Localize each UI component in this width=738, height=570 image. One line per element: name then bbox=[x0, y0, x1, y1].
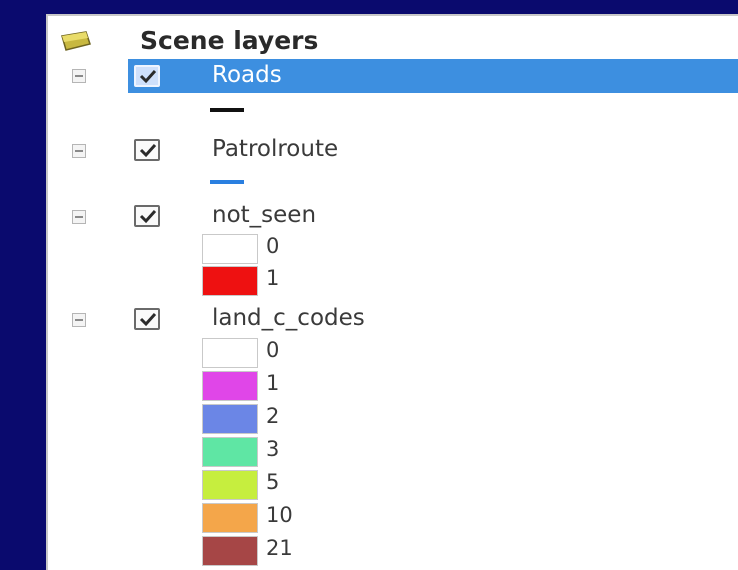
layer-row-land-c-codes[interactable]: land_c_codes bbox=[48, 301, 738, 335]
layer-row-roads[interactable]: Roads bbox=[48, 59, 738, 93]
layer-checkbox-land-c-codes[interactable] bbox=[134, 308, 160, 330]
root-group[interactable]: Scene layers bbox=[48, 16, 738, 60]
layer-row-not-seen[interactable]: not_seen bbox=[48, 198, 738, 232]
collapse-icon[interactable] bbox=[72, 69, 86, 83]
legend-class-label: 0 bbox=[266, 234, 280, 258]
legend-swatch bbox=[202, 266, 258, 296]
layer-row-patrolroute[interactable]: Patrolroute bbox=[48, 132, 738, 166]
legend-swatch bbox=[202, 338, 258, 368]
legend-swatch bbox=[202, 437, 258, 467]
layer-label-roads: Roads bbox=[212, 62, 282, 88]
legend-swatch bbox=[202, 470, 258, 500]
line-symbol-roads bbox=[210, 108, 244, 112]
layer-group-icon bbox=[61, 31, 91, 51]
legend-swatch bbox=[202, 404, 258, 434]
legend-swatch bbox=[202, 536, 258, 566]
collapse-icon[interactable] bbox=[72, 210, 86, 224]
layer-label-land-c-codes: land_c_codes bbox=[212, 305, 365, 331]
collapse-icon[interactable] bbox=[72, 144, 86, 158]
layer-label-patrolroute: Patrolroute bbox=[212, 136, 339, 162]
layer-checkbox-patrolroute[interactable] bbox=[134, 139, 160, 161]
layer-checkbox-not-seen[interactable] bbox=[134, 205, 160, 227]
checkmark-icon bbox=[139, 312, 157, 327]
root-label: Scene layers bbox=[140, 26, 319, 55]
legend-class-label: 5 bbox=[266, 470, 280, 494]
legend-class-label: 3 bbox=[266, 437, 280, 461]
legend-class-label: 10 bbox=[266, 503, 293, 527]
layers-panel: Scene layers Roads Patrolroute not_seen … bbox=[46, 14, 738, 570]
legend-class-label: 2 bbox=[266, 404, 280, 428]
line-symbol-patrolroute bbox=[210, 180, 244, 184]
legend-swatch bbox=[202, 371, 258, 401]
layer-label-not-seen: not_seen bbox=[212, 202, 317, 228]
legend-class-label: 1 bbox=[266, 266, 280, 290]
legend-class-label: 21 bbox=[266, 536, 293, 560]
collapse-icon[interactable] bbox=[72, 313, 86, 327]
checkmark-icon bbox=[139, 143, 157, 158]
checkmark-icon bbox=[139, 69, 157, 84]
legend-swatch bbox=[202, 234, 258, 264]
legend-class-label: 0 bbox=[266, 338, 280, 362]
checkmark-icon bbox=[139, 209, 157, 224]
legend-class-label: 1 bbox=[266, 371, 280, 395]
layer-checkbox-roads[interactable] bbox=[134, 65, 160, 87]
legend-swatch bbox=[202, 503, 258, 533]
